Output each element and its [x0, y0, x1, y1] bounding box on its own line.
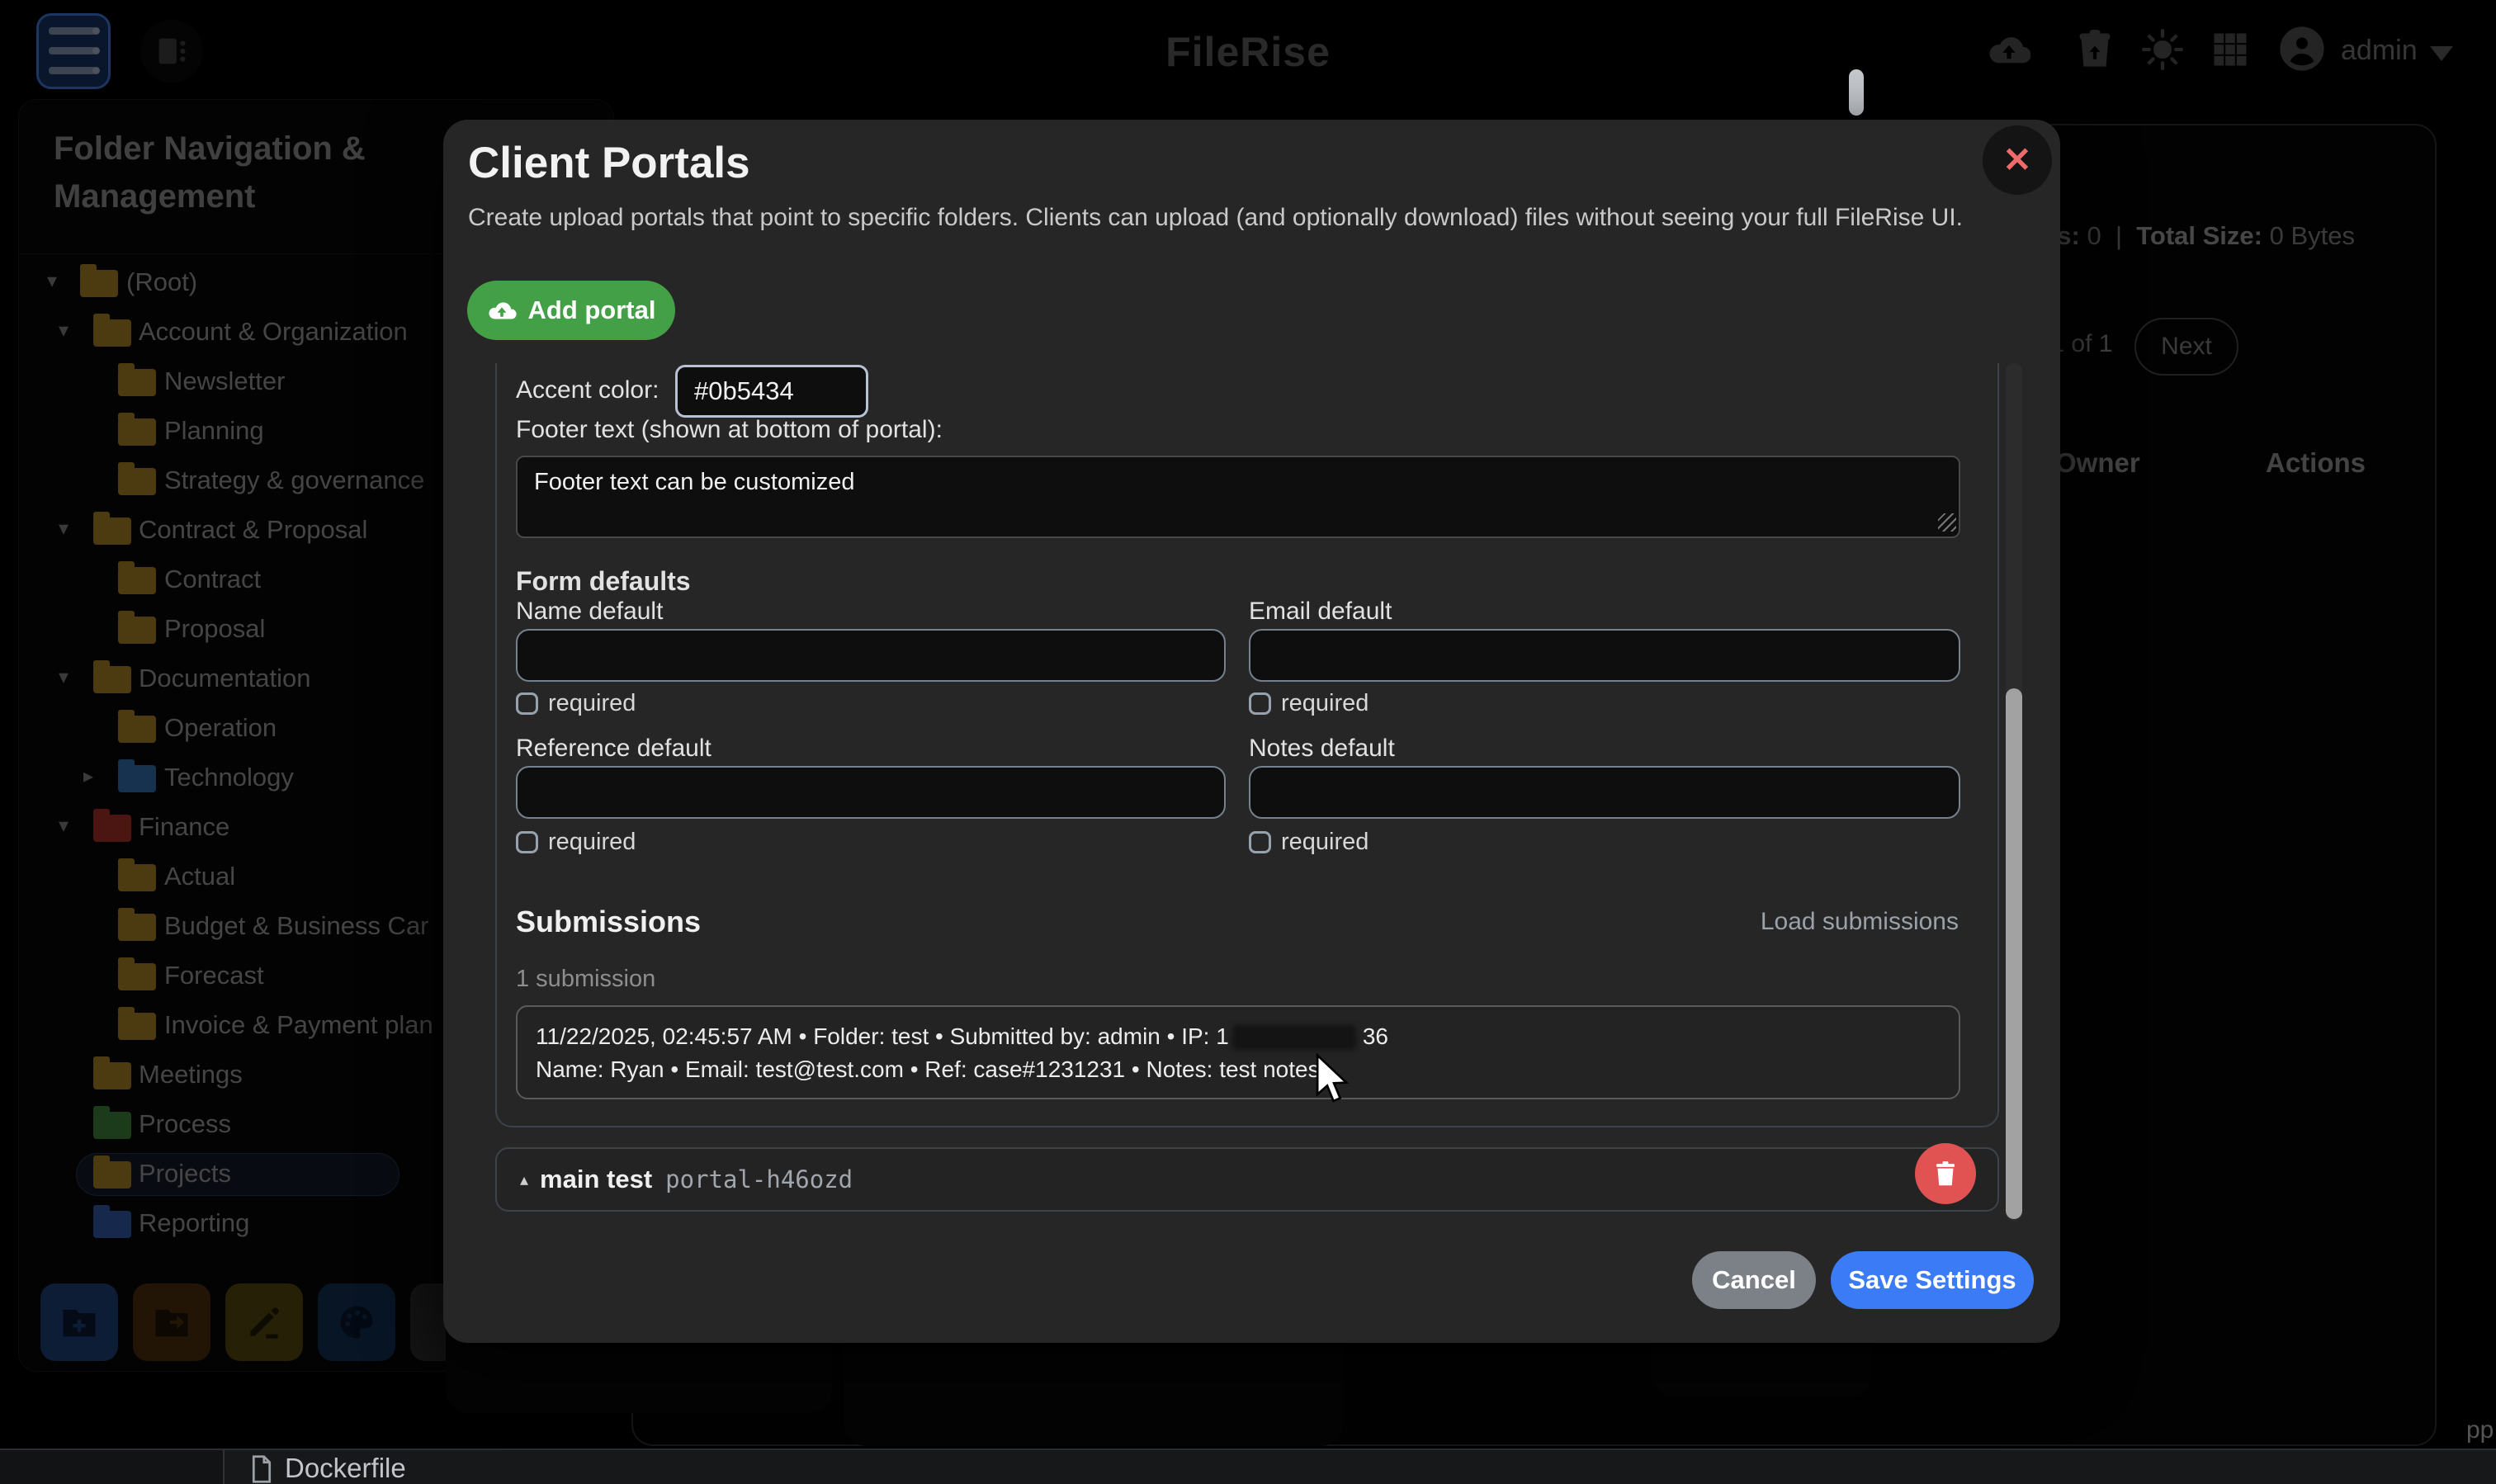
submission-count: 1 submission — [516, 966, 655, 993]
file-icon — [248, 1454, 276, 1484]
form-defaults-heading: Form defaults — [516, 566, 691, 597]
close-button[interactable]: ✕ — [1983, 125, 2052, 195]
reference-required-row[interactable]: required — [516, 829, 636, 856]
footer-text-label: Footer text (shown at bottom of portal): — [516, 416, 943, 444]
cancel-button[interactable]: Cancel — [1692, 1251, 1816, 1309]
required-label: required — [548, 829, 636, 855]
checkbox[interactable] — [516, 831, 538, 853]
resize-handle[interactable] — [1938, 513, 1956, 532]
required-label: required — [1281, 690, 1369, 716]
submission-line-1: 11/22/2025, 02:45:57 AM • Folder: test •… — [536, 1020, 1941, 1053]
notes-default-label: Notes default — [1249, 735, 1395, 763]
mouse-cursor — [1315, 1053, 1351, 1104]
bottom-bar-segment — [0, 1450, 225, 1484]
scrollbar-thumb[interactable] — [2006, 688, 2022, 1219]
cloud-upload-icon — [487, 295, 517, 325]
accent-color-label: Accent color: — [516, 376, 659, 404]
accent-color-input[interactable] — [675, 365, 868, 418]
reference-default-label: Reference default — [516, 735, 711, 763]
required-label: required — [1281, 829, 1369, 855]
submission-entry: 11/22/2025, 02:45:57 AM • Folder: test •… — [516, 1005, 1960, 1099]
name-required-row[interactable]: required — [516, 690, 636, 717]
scrollbar-thumb[interactable] — [1849, 69, 1864, 116]
submission-line-2: Name: Ryan • Email: test@test.com • Ref:… — [536, 1053, 1941, 1086]
portal-slug: portal-h46ozd — [665, 1165, 853, 1193]
add-portal-button[interactable]: Add portal — [467, 281, 675, 340]
reference-default-input[interactable] — [516, 766, 1226, 819]
portal-settings-scroll-area: Accent color: Footer text (shown at bott… — [495, 363, 2026, 1222]
notes-default-input[interactable] — [1249, 766, 1960, 819]
redacted-ip — [1232, 1025, 1356, 1050]
email-default-label: Email default — [1249, 598, 1392, 626]
footer-text-input[interactable]: Footer text can be customized — [516, 456, 1960, 538]
dialog-subtitle: Create upload portals that point to spec… — [468, 204, 1963, 232]
add-portal-label: Add portal — [528, 295, 656, 325]
trash-icon — [1930, 1158, 1961, 1189]
checkbox[interactable] — [516, 692, 538, 715]
collapse-marker-icon[interactable]: ▴ — [520, 1170, 528, 1190]
email-default-input[interactable] — [1249, 629, 1960, 682]
portal-name: main test — [540, 1165, 652, 1194]
required-label: required — [548, 690, 636, 716]
delete-portal-button[interactable] — [1915, 1143, 1976, 1204]
dialog-title: Client Portals — [468, 138, 750, 188]
load-submissions-link[interactable]: Load submissions — [1761, 908, 1959, 936]
bottom-file-name[interactable]: Dockerfile — [285, 1453, 406, 1484]
name-default-input[interactable] — [516, 629, 1226, 682]
portal-list-item[interactable]: ▴ main test portal-h46ozd — [495, 1147, 1999, 1212]
submissions-heading: Submissions — [516, 905, 701, 939]
checkbox[interactable] — [1249, 831, 1271, 853]
client-portals-dialog: ✕ Client Portals Create upload portals t… — [443, 120, 2060, 1343]
notes-required-row[interactable]: required — [1249, 829, 1369, 856]
scrollbar-track[interactable] — [2006, 363, 2022, 1222]
checkbox[interactable] — [1249, 692, 1271, 715]
bottom-status-bar: Dockerfile — [0, 1449, 2496, 1484]
email-required-row[interactable]: required — [1249, 690, 1369, 717]
save-settings-button[interactable]: Save Settings — [1831, 1251, 2034, 1309]
name-default-label: Name default — [516, 598, 663, 626]
